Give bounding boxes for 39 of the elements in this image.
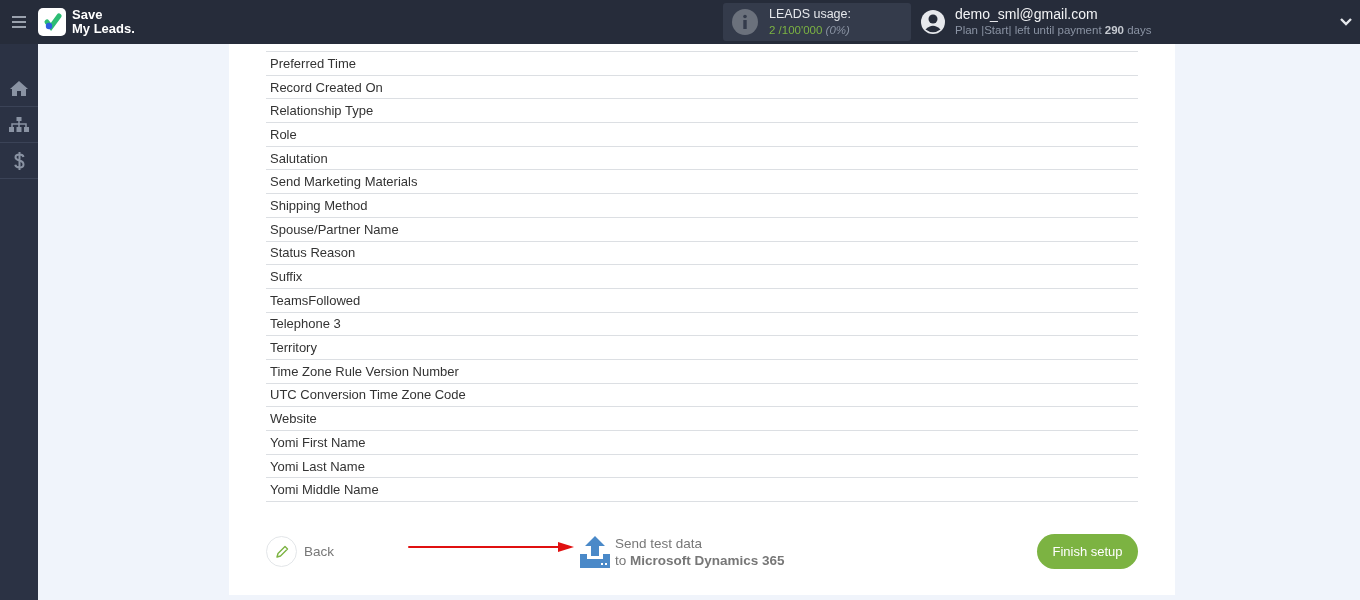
logo-checkmark-icon [38, 8, 66, 36]
logo-text: Save [72, 8, 104, 22]
plan-info: Plan |Start| left until payment 290 days [955, 23, 1153, 38]
field-name: Time Zone Rule Version Number [270, 363, 459, 379]
send-test-data-button[interactable]: Send test data to Microsoft Dynamics 365 [580, 534, 785, 569]
field-name: Website [270, 411, 317, 427]
usage-label: LEADS usage: [769, 6, 851, 22]
field-name: Preferred Time [270, 55, 356, 71]
field-name: Telephone 3 [270, 316, 341, 332]
field-name: Territory [270, 340, 317, 356]
sitemap-icon[interactable] [9, 116, 29, 133]
usage-percent: (0%) [825, 24, 850, 36]
field-name: Shipping Method [270, 197, 368, 213]
field-name: TeamsFollowed [270, 292, 361, 308]
field-name: Send Marketing Materials [270, 174, 418, 190]
upload-icon [580, 535, 610, 568]
back-button[interactable]: Back [266, 536, 334, 568]
field-name: Salutation [270, 150, 328, 166]
field-name: Role [270, 126, 297, 142]
field-name: Suffix [270, 269, 303, 285]
field-name: Yomi Last Name [270, 458, 365, 474]
logo-text: My Leads. [72, 22, 135, 36]
field-name: Record Created On [270, 79, 383, 95]
field-name: Yomi Middle Name [270, 482, 379, 498]
usage-count: 2 /100'000 [769, 24, 823, 36]
menu-icon[interactable] [12, 16, 26, 28]
field-name: Relationship Type [270, 103, 374, 119]
pencil-icon [274, 544, 289, 559]
field-name: UTC Conversion Time Zone Code [270, 387, 466, 403]
field-name: Spouse/Partner Name [270, 221, 399, 237]
dollar-icon[interactable] [13, 151, 25, 170]
home-icon[interactable] [10, 81, 28, 96]
user-email: demo_sml@gmail.com [955, 6, 1099, 23]
info-icon [732, 9, 758, 35]
field-name: Yomi First Name [270, 434, 366, 450]
user-avatar-icon[interactable] [921, 10, 945, 34]
chevron-down-icon[interactable] [1340, 18, 1352, 26]
finish-setup-button[interactable]: Finish setup [1037, 534, 1138, 570]
field-name: Status Reason [270, 245, 356, 261]
